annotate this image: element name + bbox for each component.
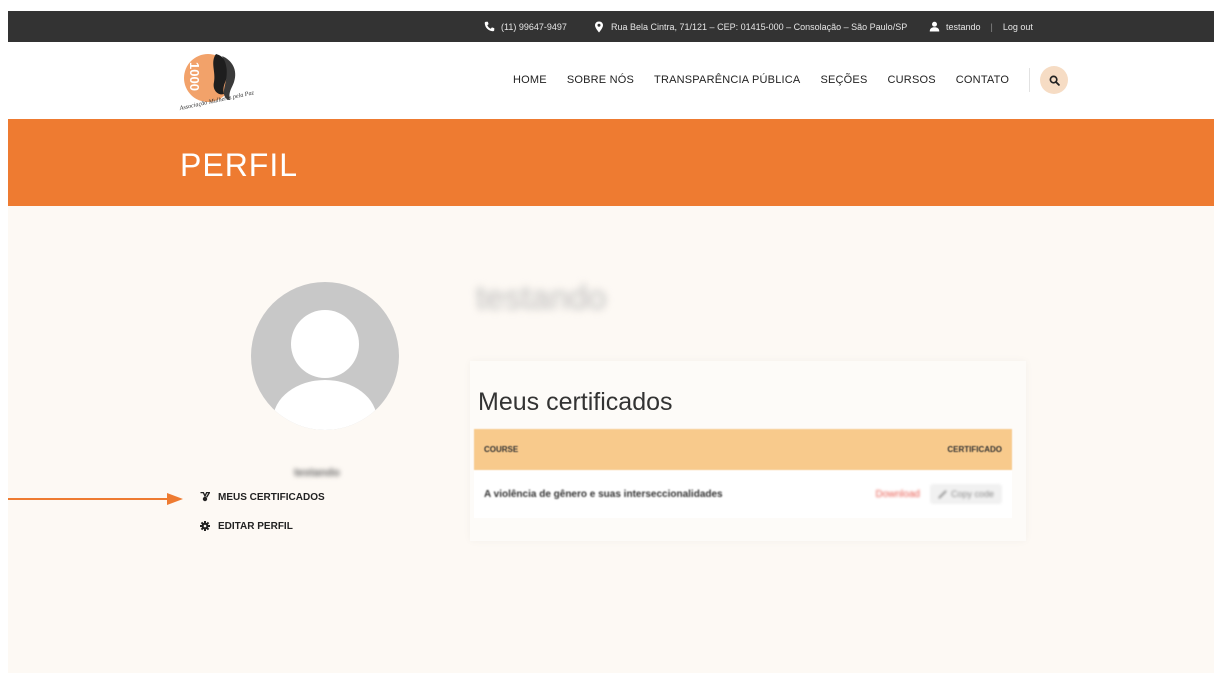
site-header: 1000 Associação Mulheres pela Paz HOME S… [8,42,1214,119]
nav-contato[interactable]: CONTATO [956,74,1009,86]
user-icon [928,21,940,33]
user-link[interactable]: testando [946,22,981,32]
profile-menu: MEUS CERTIFICADOS EDITAR PERFIL [200,489,325,547]
menu-label-certificados: MEUS CERTIFICADOS [218,491,325,503]
copy-code-label: Copy code [950,489,994,499]
user-account: testando | Log out [928,11,1033,42]
contact-address[interactable]: Rua Bela Cintra, 71/121 – CEP: 01415-000… [593,11,907,42]
certificates-title: Meus certificados [478,388,673,416]
main-nav: HOME SOBRE NÓS TRANSPARÊNCIA PÚBLICA SEÇ… [513,66,1069,94]
address-text: Rua Bela Cintra, 71/121 – CEP: 01415-000… [611,21,908,32]
annotation-arrow [8,493,183,505]
table-row: A violência de gênero e suas interseccio… [474,470,1012,518]
menu-meus-certificados[interactable]: MEUS CERTIFICADOS [200,489,325,505]
column-certificado: CERTIFICADO [947,445,1002,454]
logo-number: 1000 [187,62,202,91]
menu-editar-perfil[interactable]: EDITAR PERFIL [200,518,325,534]
nav-transparencia-publica[interactable]: TRANSPARÊNCIA PÚBLICA [654,74,800,86]
page-banner: PERFIL [8,119,1214,206]
nav-cursos[interactable]: CURSOS [888,74,936,86]
copy-code-button[interactable]: Copy code [929,484,1002,504]
search-icon [1049,75,1060,86]
search-button[interactable] [1040,66,1069,94]
nav-home[interactable]: HOME [513,74,547,86]
download-link[interactable]: Download [875,489,919,500]
top-bar: (11) 99647-9497 Rua Bela Cintra, 71/121 … [8,11,1214,42]
topbar-separator: | [990,21,993,32]
certificates-table: COURSE CERTIFICADO A violência de gênero… [474,429,1012,518]
column-course: COURSE [484,445,519,454]
gear-icon [200,521,210,531]
course-name[interactable]: A violência de gênero e suas interseccio… [484,489,723,500]
avatar [251,282,399,430]
nav-sobre-nos[interactable]: SOBRE NÓS [567,74,634,86]
profile-username-side: testando [294,467,340,479]
logout-link[interactable]: Log out [1003,22,1033,32]
phone-icon [483,21,495,33]
page-title: PERFIL [180,147,299,183]
site-logo[interactable]: 1000 Associação Mulheres pela Paz [176,46,256,116]
medal-icon [200,492,210,502]
avatar-head [291,310,359,378]
contact-phone[interactable]: (11) 99647-9497 [483,11,567,42]
page-frame: (11) 99647-9497 Rua Bela Cintra, 71/121 … [8,11,1214,673]
profile-username: testando [476,279,607,317]
nav-secoes[interactable]: SEÇÕES [820,74,867,86]
nav-divider [1029,68,1031,92]
map-pin-icon [593,21,605,33]
menu-label-editar: EDITAR PERFIL [218,520,293,532]
link-icon [938,489,947,499]
table-header: COURSE CERTIFICADO [474,429,1012,470]
certificate-actions: Download Copy code [875,484,1002,504]
avatar-shoulders [273,380,377,430]
phone-number: (11) 99647-9497 [501,21,567,32]
